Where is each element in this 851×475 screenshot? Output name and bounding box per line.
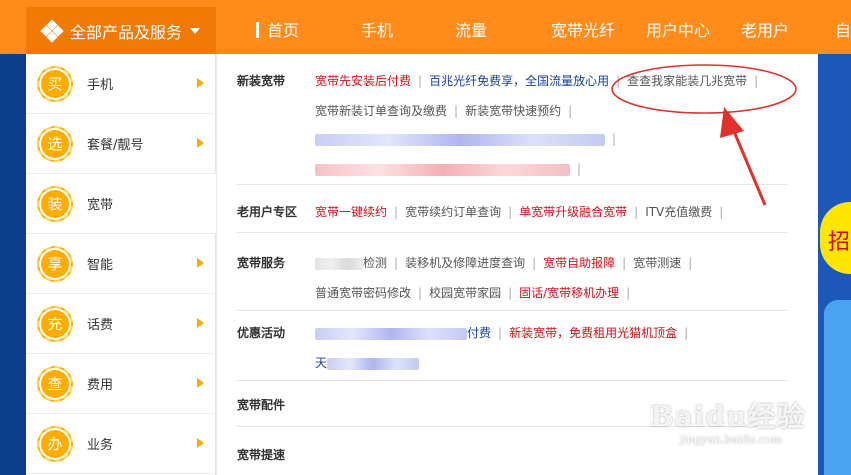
link-check-home-speed[interactable]: 查查我家能装几兆宽带 bbox=[627, 74, 747, 88]
nav-home[interactable]: 首页 bbox=[256, 7, 299, 54]
link-speed-test[interactable]: 宽带测速 bbox=[633, 256, 681, 270]
link-new-order-query[interactable]: 宽带新装订单查询及缴费 bbox=[315, 104, 447, 118]
chevron-right-icon bbox=[197, 378, 204, 388]
install-badge-icon: 装 bbox=[37, 185, 73, 222]
nav-home-label: 首页 bbox=[267, 21, 300, 40]
link-promo-prefix[interactable]: 天 bbox=[315, 356, 327, 370]
old-user-row-1: 宽带一键续约 | 宽带续约订单查询 | 单宽带升级融合宽带 | ITV充值缴费 | bbox=[315, 205, 724, 219]
sidebar-item-label: 手机 bbox=[87, 78, 114, 93]
new-install-row-2: 宽带新装订单查询及缴费 | 新装宽带快速预约 | bbox=[315, 104, 573, 118]
query-badge-icon: 查 bbox=[37, 365, 73, 402]
section-title-service: 宽带服务 bbox=[237, 256, 286, 270]
section-title-promo: 优惠活动 bbox=[237, 326, 286, 340]
new-install-row-1: 宽带先安装后付费 | 百兆光纤免费享，全国流量放心用 | 查查我家能装几兆宽带 | bbox=[315, 74, 759, 88]
chevron-right-icon bbox=[197, 258, 204, 268]
section-title-speedup: 宽带提速 bbox=[237, 448, 286, 462]
service-row-1: 检测 | 装移机及修障进度查询 | 宽带自助报障 | 宽带测速 | bbox=[315, 254, 699, 271]
page-background-left bbox=[0, 54, 26, 475]
sidebar-item-business[interactable]: 办 业务 bbox=[26, 414, 216, 474]
sidebar-item-label: 费用 bbox=[87, 378, 114, 393]
section-title-old-user: 老用户专区 bbox=[237, 205, 298, 219]
sidebar-item-smart[interactable]: 享 智能 bbox=[26, 234, 216, 294]
sidebar-item-label: 智能 bbox=[87, 258, 114, 273]
promo-row-1: 付费 | 新装宽带，免费租用光猫机顶盒 | bbox=[315, 324, 695, 341]
baidu-jingyan-watermark: Baidu经验 jingyan.baidu.com bbox=[650, 395, 806, 446]
section-title-new-install: 新装宽带 bbox=[237, 74, 286, 88]
link-campus-broadband[interactable]: 校园宽带家园 bbox=[429, 286, 501, 300]
section-divider bbox=[237, 232, 787, 233]
all-products-menu[interactable]: 全部产品及服务 bbox=[26, 7, 216, 54]
nav-broadband-fiber[interactable]: 宽带光纤 bbox=[551, 7, 615, 54]
link-detect[interactable]: 检测 bbox=[363, 256, 387, 270]
new-install-row-4: | bbox=[315, 162, 588, 176]
top-nav-bar: 全部产品及服务 首页 手机 流量 宽带光纤 用户中心 老用户 自 bbox=[0, 0, 851, 54]
chevron-right-icon bbox=[197, 78, 204, 88]
link-renew-order-query[interactable]: 宽带续约订单查询 bbox=[405, 205, 501, 219]
section-divider bbox=[237, 310, 787, 311]
sidebar-item-fees[interactable]: 查 费用 bbox=[26, 354, 216, 414]
link-install-first-pay-later[interactable]: 宽带先安装后付费 bbox=[315, 74, 411, 88]
sidebar-item-label: 套餐/靓号 bbox=[87, 138, 144, 153]
buy-badge-icon: 买 bbox=[37, 65, 73, 102]
sidebar-item-label: 话费 bbox=[87, 318, 114, 333]
watermark-logo-text: Baidu经验 bbox=[650, 400, 806, 433]
section-divider bbox=[237, 184, 787, 185]
nav-divider bbox=[256, 22, 259, 38]
new-install-row-3: | bbox=[315, 132, 623, 146]
link-one-click-renew[interactable]: 宽带一键续约 bbox=[315, 205, 387, 219]
handle-badge-icon: 办 bbox=[37, 425, 73, 462]
link-itv-topup[interactable]: ITV充值缴费 bbox=[645, 205, 712, 219]
link-pay[interactable]: 付费 bbox=[467, 326, 491, 340]
section-divider bbox=[237, 380, 787, 381]
chevron-right-icon bbox=[197, 318, 204, 328]
nav-old-user[interactable]: 老用户 bbox=[741, 7, 789, 54]
blurred-link[interactable] bbox=[315, 133, 605, 146]
nav-phone[interactable]: 手机 bbox=[361, 7, 393, 54]
sidebar-item-label: 业务 bbox=[87, 438, 114, 453]
link-repair-progress[interactable]: 装移机及修障进度查询 bbox=[405, 256, 525, 270]
link-free-modem-rental[interactable]: 新装宽带，免费租用光猫机顶盒 bbox=[509, 326, 677, 340]
link-change-password[interactable]: 普通宽带密码修改 bbox=[315, 286, 411, 300]
promo-figure bbox=[824, 300, 851, 475]
chevron-right-icon bbox=[197, 138, 204, 148]
section-title-accessories: 宽带配件 bbox=[237, 398, 286, 412]
sidebar-item-phone[interactable]: 买 手机 bbox=[26, 54, 216, 114]
promo-bubble-text: 招 bbox=[828, 230, 851, 255]
nav-user-center[interactable]: 用户中心 bbox=[646, 7, 710, 54]
enjoy-badge-icon: 享 bbox=[37, 245, 73, 282]
service-row-2: 普通宽带密码修改 | 校园宽带家园 | 固话/宽带移机办理 | bbox=[315, 286, 631, 300]
blurred-link[interactable] bbox=[315, 163, 570, 176]
diamond-logo-icon bbox=[40, 18, 64, 43]
link-upgrade-to-bundle[interactable]: 单宽带升级融合宽带 bbox=[519, 205, 627, 219]
blurred-link[interactable] bbox=[315, 327, 467, 340]
promo-row-2: 天 bbox=[315, 354, 420, 371]
caret-down-icon bbox=[190, 27, 201, 34]
select-badge-icon: 选 bbox=[37, 125, 73, 162]
link-free-fiber-offer[interactable]: 百兆光纤免费享，全国流量放心用 bbox=[429, 74, 609, 88]
blurred-link[interactable] bbox=[315, 257, 363, 270]
link-self-report-fault[interactable]: 宽带自助报障 bbox=[543, 256, 615, 270]
sidebar-item-plans[interactable]: 选 套餐/靓号 bbox=[26, 114, 216, 174]
link-relocation[interactable]: 固话/宽带移机办理 bbox=[519, 286, 619, 300]
chevron-right-icon bbox=[197, 438, 204, 448]
watermark-url: jingyan.baidu.com bbox=[680, 433, 783, 446]
blurred-link[interactable] bbox=[327, 357, 420, 370]
sidebar-item-label: 宽带 bbox=[87, 198, 114, 213]
category-sidebar: 买 手机 选 套餐/靓号 装 宽带 享 智能 充 话费 查 费用 办 业务 bbox=[26, 54, 216, 475]
sidebar-item-broadband[interactable]: 装 宽带 bbox=[26, 174, 216, 234]
nav-more-truncated[interactable]: 自 bbox=[835, 7, 851, 54]
nav-data-plan[interactable]: 流量 bbox=[455, 7, 487, 54]
sidebar-item-topup[interactable]: 充 话费 bbox=[26, 294, 216, 354]
all-products-label: 全部产品及服务 bbox=[70, 22, 183, 42]
link-quick-booking[interactable]: 新装宽带快速预约 bbox=[465, 104, 561, 118]
recharge-badge-icon: 充 bbox=[37, 305, 73, 342]
